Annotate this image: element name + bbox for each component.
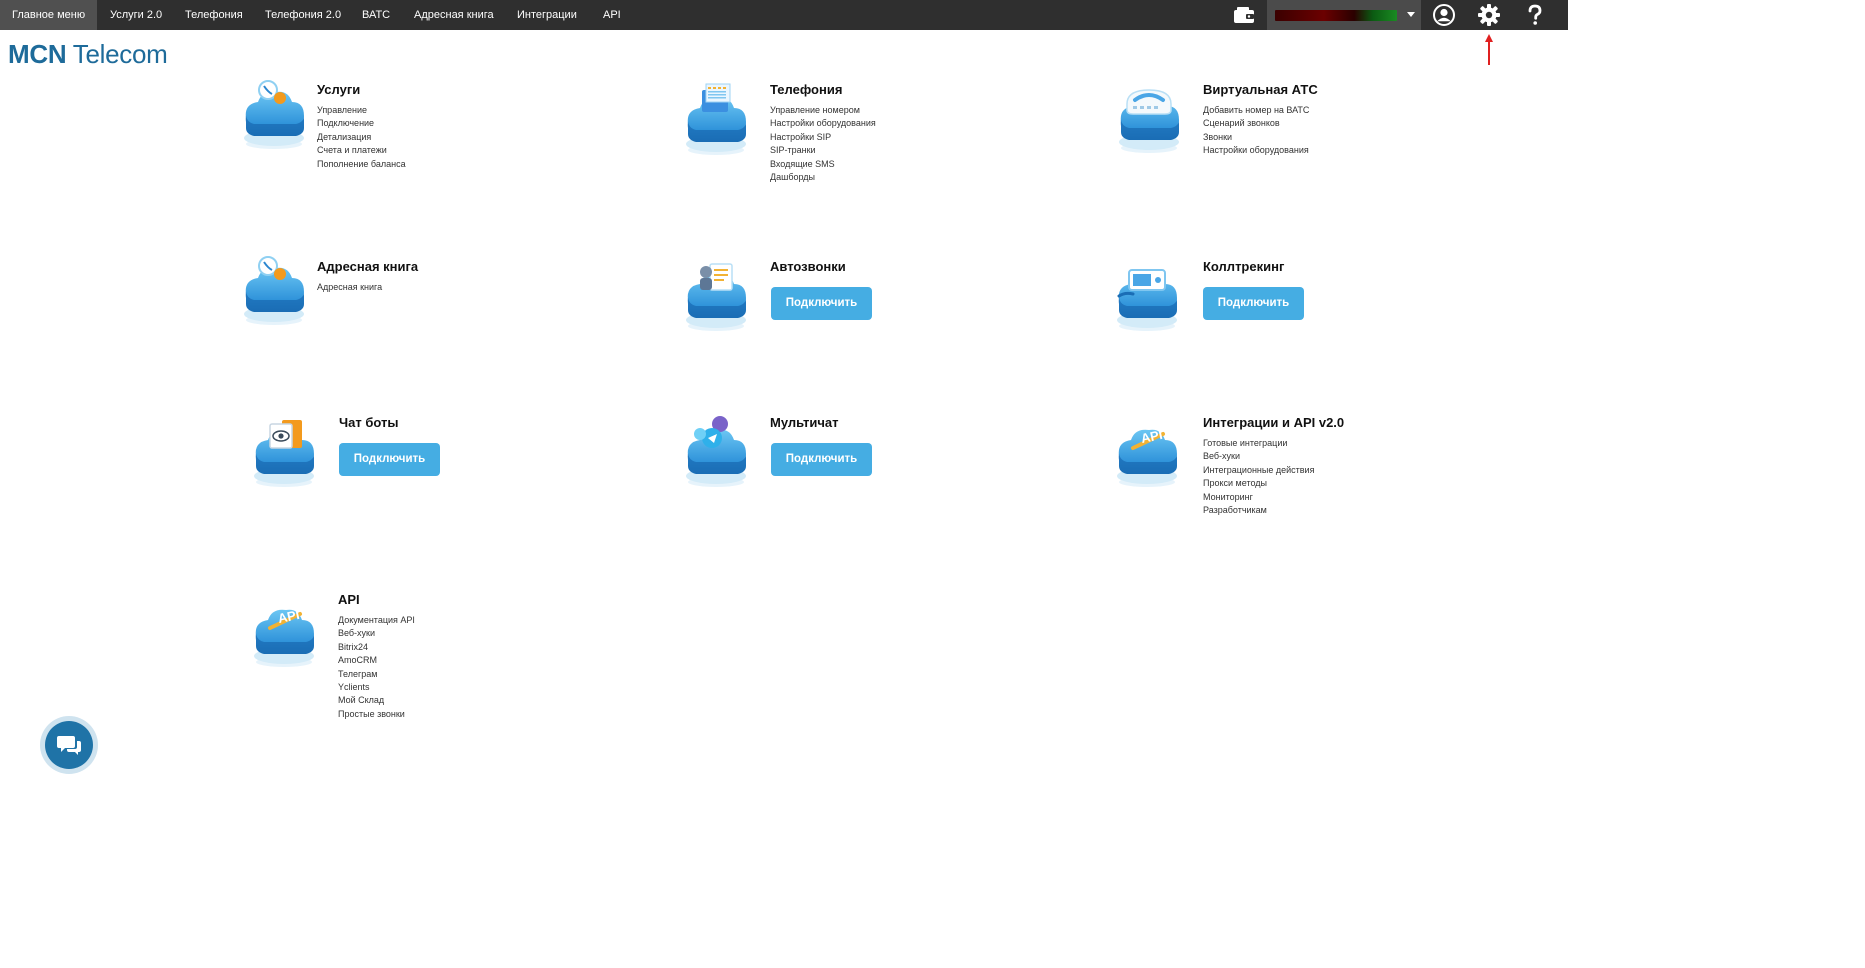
list-item[interactable]: Yclients <box>338 681 415 694</box>
list-item[interactable]: Настройки оборудования <box>770 117 876 130</box>
list-item[interactable]: Интеграционные действия <box>1203 464 1314 477</box>
gear-icon[interactable] <box>1477 3 1501 27</box>
card-title-virtual-pbx[interactable]: Виртуальная АТС <box>1203 82 1318 98</box>
integrations-links: Готовые интеграции Веб-хуки Интеграционн… <box>1203 437 1314 517</box>
list-item[interactable]: Мой Склад <box>338 694 415 707</box>
list-item[interactable]: Добавить номер на ВАТС <box>1203 104 1309 117</box>
list-item[interactable]: Bitrix24 <box>338 641 415 654</box>
list-item[interactable]: Разработчикам <box>1203 504 1314 517</box>
help-icon[interactable] <box>1523 3 1547 27</box>
list-item[interactable]: Простые звонки <box>338 708 415 721</box>
integrations-api-cloud-icon: API <box>1111 427 1183 490</box>
brand-logo[interactable]: MCN Telecom <box>8 38 168 70</box>
redacted-account-name <box>1275 10 1397 21</box>
calltracking-connect-button[interactable]: Подключить <box>1203 287 1304 320</box>
autocalls-connect-button[interactable]: Подключить <box>771 287 872 320</box>
chat-bubbles-icon <box>57 736 81 755</box>
chat-widget-button[interactable] <box>40 716 98 774</box>
api-links: Документация API Веб-хуки Bitrix24 AmoCR… <box>338 614 415 721</box>
telephony-cloud-icon <box>680 83 752 158</box>
list-item[interactable]: Прокси методы <box>1203 477 1314 490</box>
top-navigation-bar: Главное меню Услуги 2.0 Телефония Телефо… <box>0 0 1568 30</box>
virtual-pbx-links: Добавить номер на ВАТС Сценарий звонков … <box>1203 104 1309 158</box>
nav-tab-integrations[interactable]: Интеграции <box>517 0 577 30</box>
card-title-chatbots[interactable]: Чат боты <box>339 415 398 431</box>
chevron-down-icon <box>1407 12 1415 17</box>
wallet-icon[interactable] <box>1233 6 1255 24</box>
nav-tab-api[interactable]: API <box>603 0 621 30</box>
nav-tab-telephony-2[interactable]: Телефония 2.0 <box>265 0 341 30</box>
telephony-links: Управление номером Настройки оборудовани… <box>770 104 876 184</box>
list-item[interactable]: Сценарий звонков <box>1203 117 1309 130</box>
list-item[interactable]: Адресная книга <box>317 281 382 294</box>
list-item[interactable]: Дашборды <box>770 171 876 184</box>
services-links: Управление Подключение Детализация Счета… <box>317 104 406 171</box>
nav-tab-services-2[interactable]: Услуги 2.0 <box>110 0 162 30</box>
list-item[interactable]: Веб-хуки <box>338 627 415 640</box>
list-item[interactable]: Управление <box>317 104 406 117</box>
card-title-autocalls[interactable]: Автозвонки <box>770 259 846 275</box>
list-item[interactable]: Настройки оборудования <box>1203 144 1309 157</box>
list-item[interactable]: Счета и платежи <box>317 144 406 157</box>
list-item[interactable]: Готовые интеграции <box>1203 437 1314 450</box>
services-cloud-icon <box>238 80 310 152</box>
nav-tab-address-book[interactable]: Адресная книга <box>414 0 494 30</box>
nav-tab-telephony[interactable]: Телефония <box>185 0 243 30</box>
user-circle-icon[interactable] <box>1432 3 1456 27</box>
list-item[interactable]: SIP-транки <box>770 144 876 157</box>
chatbots-cloud-icon <box>248 420 320 490</box>
autocalls-cloud-icon <box>680 263 752 334</box>
card-title-telephony[interactable]: Телефония <box>770 82 842 98</box>
list-item[interactable]: Входящие SMS <box>770 158 876 171</box>
list-item[interactable]: Пополнение баланса <box>317 158 406 171</box>
card-title-address-book[interactable]: Адресная книга <box>317 259 418 275</box>
list-item[interactable]: Веб-хуки <box>1203 450 1314 463</box>
api-cloud-icon: API <box>248 607 320 670</box>
card-title-calltracking[interactable]: Коллтрекинг <box>1203 259 1284 275</box>
list-item[interactable]: Документация API <box>338 614 415 627</box>
list-item[interactable]: AmoCRM <box>338 654 415 667</box>
multichat-cloud-icon <box>680 416 752 490</box>
annotation-arrow-icon <box>1485 34 1493 65</box>
card-title-api[interactable]: API <box>338 592 360 608</box>
chat-widget-inner <box>45 721 93 769</box>
list-item[interactable]: Настройки SIP <box>770 131 876 144</box>
calltracking-cloud-icon <box>1111 269 1183 334</box>
nav-tab-vats[interactable]: ВАТС <box>362 0 390 30</box>
list-item[interactable]: Звонки <box>1203 131 1309 144</box>
card-title-services[interactable]: Услуги <box>317 82 360 98</box>
chatbots-connect-button[interactable]: Подключить <box>339 443 440 476</box>
card-title-integrations-api[interactable]: Интеграции и API v2.0 <box>1203 415 1344 431</box>
list-item[interactable]: Детализация <box>317 131 406 144</box>
list-item[interactable]: Подключение <box>317 117 406 130</box>
address-book-cloud-icon <box>238 256 310 328</box>
logo-mcn: MCN <box>8 39 67 69</box>
virtual-pbx-cloud-icon <box>1113 89 1185 156</box>
list-item[interactable]: Телеграм <box>338 668 415 681</box>
list-item[interactable]: Управление номером <box>770 104 876 117</box>
logo-telecom: Telecom <box>66 39 168 69</box>
multichat-connect-button[interactable]: Подключить <box>771 443 872 476</box>
address-book-links: Адресная книга <box>317 281 382 294</box>
account-selector[interactable] <box>1267 0 1421 30</box>
card-title-multichat[interactable]: Мультичат <box>770 415 839 431</box>
nav-tab-main-menu[interactable]: Главное меню <box>0 0 98 30</box>
list-item[interactable]: Мониторинг <box>1203 491 1314 504</box>
